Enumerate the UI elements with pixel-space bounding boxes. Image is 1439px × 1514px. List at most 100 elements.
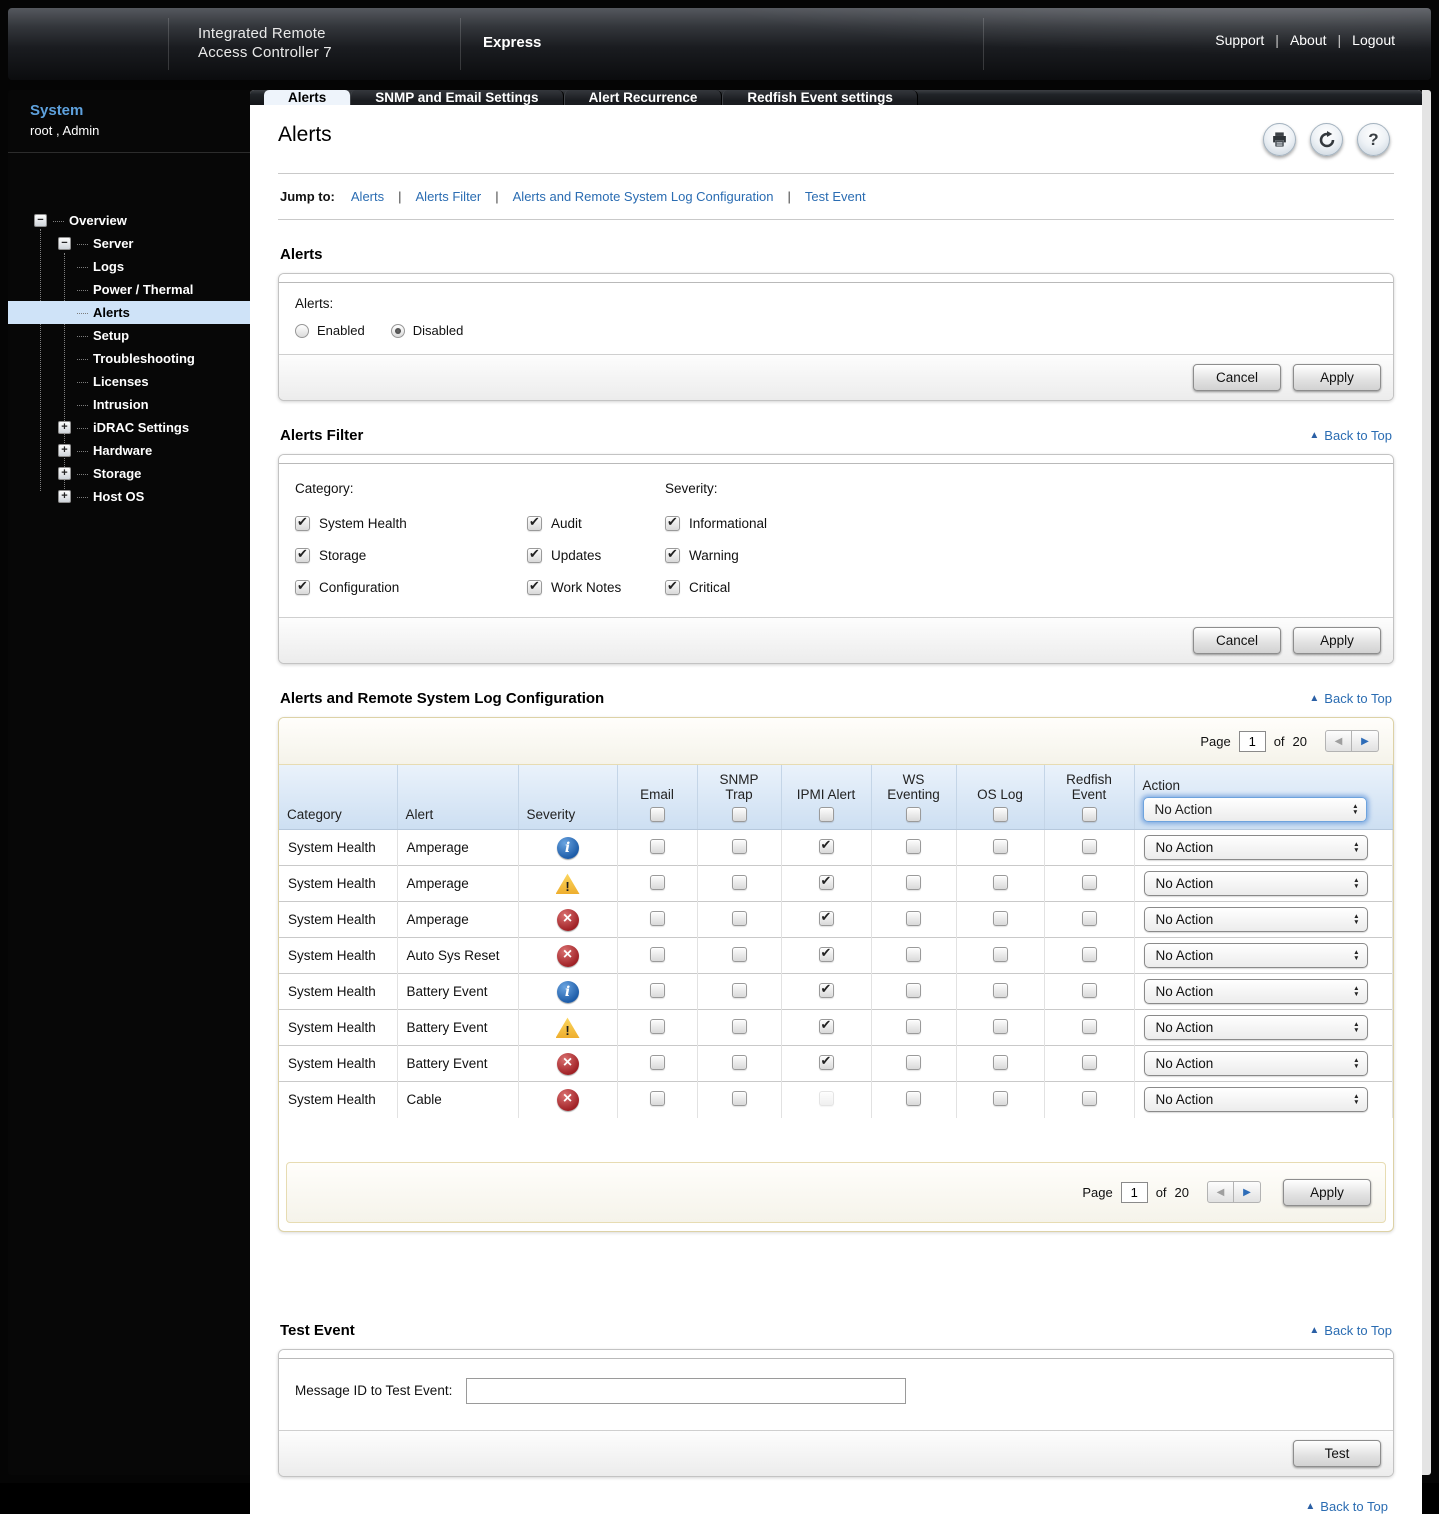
tree-toggle-icon[interactable]: [58, 421, 71, 434]
snmp-trap-checkbox[interactable]: [731, 838, 747, 854]
test-button[interactable]: Test: [1293, 1439, 1381, 1467]
filter-checkbox-row[interactable]: Critical: [665, 578, 1377, 595]
checkbox-icon[interactable]: [295, 514, 310, 531]
os-log-checkbox[interactable]: [992, 946, 1008, 962]
ipmi-alert-checkbox[interactable]: [818, 873, 834, 890]
prev-page-button[interactable]: ◀: [1325, 730, 1352, 752]
tree-toggle-icon[interactable]: [58, 490, 71, 503]
filter-checkbox-row[interactable]: Informational: [665, 514, 1377, 531]
redfish-event-checkbox[interactable]: [1081, 982, 1097, 998]
email-checkbox[interactable]: [649, 838, 665, 854]
ws-eventing-checkbox[interactable]: [906, 910, 921, 926]
sidebar-tree-item[interactable]: Host OS: [8, 485, 250, 508]
tree-toggle-icon[interactable]: [58, 467, 71, 480]
snmp-trap-checkbox[interactable]: [731, 1054, 747, 1070]
ws-column-checkbox[interactable]: [906, 807, 921, 822]
radio-icon[interactable]: [390, 323, 405, 338]
header-link[interactable]: About: [1264, 32, 1326, 48]
tab[interactable]: SNMP and Email Settings: [350, 90, 564, 105]
sidebar-tree-item[interactable]: Logs: [8, 255, 250, 278]
sidebar-tree-item[interactable]: Alerts: [8, 301, 250, 324]
sidebar-tree-item[interactable]: Storage: [8, 462, 250, 485]
apply-button[interactable]: Apply: [1293, 627, 1381, 654]
radio-icon[interactable]: [295, 323, 309, 338]
snmp-trap-checkbox[interactable]: [731, 1090, 747, 1106]
next-page-button[interactable]: ▶: [1352, 730, 1379, 752]
redfish-event-checkbox[interactable]: [1081, 838, 1097, 854]
ws-eventing-checkbox[interactable]: [906, 874, 921, 890]
ipmi-alert-checkbox[interactable]: [818, 981, 834, 998]
ipmi-alert-checkbox[interactable]: [818, 909, 834, 926]
snmp-trap-checkbox[interactable]: [731, 874, 747, 890]
message-id-input[interactable]: [466, 1377, 907, 1404]
checkbox-icon[interactable]: [295, 578, 310, 595]
cancel-button[interactable]: Cancel: [1193, 627, 1281, 654]
snmp-column-checkbox[interactable]: [731, 807, 747, 822]
checkbox-icon[interactable]: [527, 514, 542, 531]
email-column-checkbox[interactable]: [649, 807, 665, 822]
filter-checkbox-row[interactable]: System Health: [295, 514, 527, 531]
os-log-checkbox[interactable]: [992, 1054, 1008, 1070]
checkbox-icon[interactable]: [665, 546, 680, 563]
os-log-checkbox[interactable]: [992, 1018, 1008, 1034]
os-log-checkbox[interactable]: [992, 874, 1008, 890]
ipmi-alert-checkbox[interactable]: [818, 837, 834, 854]
email-checkbox[interactable]: [649, 874, 665, 890]
checkbox-icon[interactable]: [665, 578, 680, 595]
sidebar-tree-item[interactable]: Setup: [8, 324, 250, 347]
filter-checkbox-row[interactable]: Audit: [527, 514, 665, 531]
jump-link[interactable]: Alerts: [351, 189, 384, 204]
apply-button[interactable]: Apply: [1293, 364, 1381, 391]
back-to-top-link[interactable]: ▲ Back to Top: [1309, 428, 1392, 443]
action-select[interactable]: No Action: [1143, 1087, 1368, 1113]
checkbox-icon[interactable]: [665, 514, 680, 531]
snmp-trap-checkbox[interactable]: [731, 1018, 747, 1034]
action-select[interactable]: No Action: [1143, 907, 1368, 932]
tab[interactable]: Alert Recurrence: [563, 90, 723, 105]
page-number-input[interactable]: [1238, 730, 1266, 752]
header-link[interactable]: Support: [1215, 32, 1264, 48]
sidebar-tree-item[interactable]: Hardware: [8, 439, 250, 462]
radio-option[interactable]: Disabled: [390, 323, 463, 338]
tab[interactable]: Alerts: [264, 90, 351, 105]
sidebar-tree-item[interactable]: Licenses: [8, 370, 250, 393]
sidebar-tree-item[interactable]: iDRAC Settings: [8, 416, 250, 439]
ipmi-alert-checkbox[interactable]: [818, 1017, 834, 1034]
ipmi-alert-checkbox[interactable]: [818, 1053, 834, 1070]
back-to-top-link[interactable]: ▲ Back to Top: [1309, 691, 1392, 706]
tree-toggle-icon[interactable]: [58, 444, 71, 457]
os-log-checkbox[interactable]: [992, 1090, 1008, 1106]
redfish-event-checkbox[interactable]: [1081, 1054, 1097, 1070]
sidebar-tree-item[interactable]: Power / Thermal: [8, 278, 250, 301]
tree-toggle-icon[interactable]: [34, 214, 47, 227]
next-page-button[interactable]: ▶: [1234, 1181, 1261, 1203]
sidebar-tree-item[interactable]: Intrusion: [8, 393, 250, 416]
table-apply-button[interactable]: Apply: [1283, 1178, 1371, 1206]
redfish-event-checkbox[interactable]: [1081, 946, 1097, 962]
email-checkbox[interactable]: [649, 910, 665, 926]
jump-link[interactable]: Test Event: [774, 189, 866, 204]
ws-eventing-checkbox[interactable]: [906, 1054, 921, 1070]
redfish-event-checkbox[interactable]: [1081, 874, 1097, 890]
sidebar-tree-item[interactable]: Server: [8, 232, 250, 255]
redfish-column-checkbox[interactable]: [1081, 807, 1097, 822]
email-checkbox[interactable]: [649, 1018, 665, 1034]
os-log-checkbox[interactable]: [992, 910, 1008, 926]
action-select[interactable]: No Action: [1143, 1051, 1368, 1076]
ipmi-alert-checkbox[interactable]: [818, 1090, 834, 1106]
ipmi-column-checkbox[interactable]: [818, 807, 834, 822]
ws-eventing-checkbox[interactable]: [906, 982, 921, 998]
email-checkbox[interactable]: [649, 1090, 665, 1106]
action-select[interactable]: No Action: [1143, 979, 1368, 1004]
back-to-top-link[interactable]: ▲ Back to Top: [1305, 1499, 1388, 1514]
os-log-checkbox[interactable]: [992, 982, 1008, 998]
checkbox-icon[interactable]: [295, 546, 310, 563]
refresh-icon[interactable]: [1310, 123, 1343, 156]
ws-eventing-checkbox[interactable]: [906, 838, 921, 854]
redfish-event-checkbox[interactable]: [1081, 1090, 1097, 1106]
redfish-event-checkbox[interactable]: [1081, 910, 1097, 926]
filter-checkbox-row[interactable]: Updates: [527, 546, 665, 563]
ipmi-alert-checkbox[interactable]: [818, 945, 834, 962]
snmp-trap-checkbox[interactable]: [731, 982, 747, 998]
print-icon[interactable]: [1263, 123, 1296, 156]
